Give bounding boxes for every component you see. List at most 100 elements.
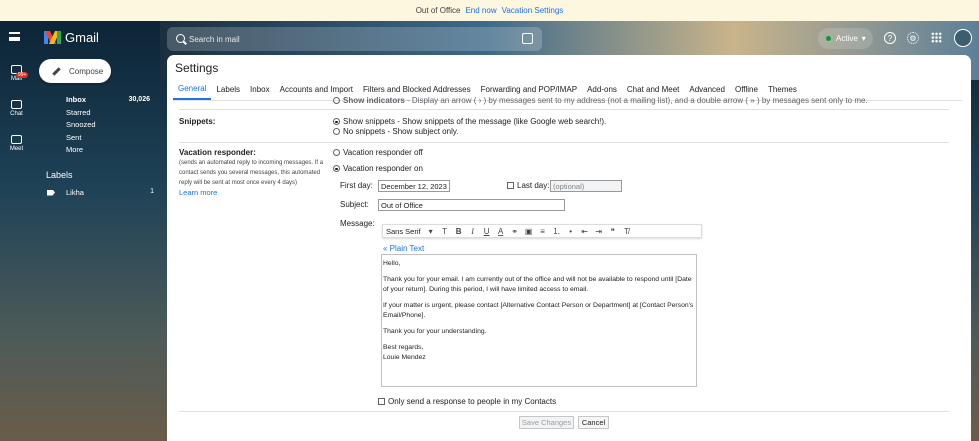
message-editor[interactable]: Hello, Thank you for your email. I am cu… xyxy=(381,254,697,387)
sidebar-item-label: More xyxy=(66,144,84,154)
vacation-label: Vacation responder: xyxy=(179,148,256,157)
vacation-off-radio[interactable] xyxy=(333,149,340,157)
sidebar-item-snoozed[interactable]: Snoozed xyxy=(33,118,157,130)
vacation-on-option[interactable]: Vacation responder on xyxy=(333,164,423,173)
show-snippets-option[interactable]: Show snippets - Show snippets of the mes… xyxy=(333,117,606,126)
sidebar-item-label: Snoozed xyxy=(66,119,96,129)
message-paragraph: Hello, xyxy=(383,260,401,267)
settings-gear-icon[interactable]: ⚙ xyxy=(907,32,919,44)
tab-labels[interactable]: Labels xyxy=(211,79,245,100)
apps-grid-icon[interactable] xyxy=(931,32,942,43)
rail-meet-label: Meet xyxy=(9,146,24,152)
gmail-logo[interactable]: Gmail xyxy=(44,30,99,45)
image-icon[interactable]: ▣ xyxy=(525,227,533,236)
vacation-desc: (sends an automated reply to incoming me… xyxy=(179,160,324,186)
message-signoff: Best regards, xyxy=(383,344,424,351)
chat-icon xyxy=(11,100,22,109)
message-paragraph: Thank you for your understanding. xyxy=(383,328,487,335)
status-button[interactable]: Active ▾ xyxy=(818,28,873,49)
last-day-input[interactable]: (optional) xyxy=(550,180,622,192)
formatting-toolbar: Sans Serif ▾ T B I U A ⚭ ▣ ≡ ⒈ • ⇤ ⇥ ❝ T… xyxy=(382,224,702,238)
gmail-logo-text: Gmail xyxy=(65,30,99,45)
tab-inbox[interactable]: Inbox xyxy=(245,79,275,100)
page-title: Settings xyxy=(175,61,219,75)
subject-label: Subject: xyxy=(340,200,369,209)
compose-button[interactable]: Compose xyxy=(39,59,111,83)
tab-general[interactable]: General xyxy=(173,79,212,100)
message-label: Message: xyxy=(340,219,375,228)
no-snippets-radio[interactable] xyxy=(333,128,340,136)
compose-label: Compose xyxy=(69,66,104,76)
font-dropdown-icon[interactable]: ▾ xyxy=(427,227,435,236)
text-color-icon[interactable]: A xyxy=(497,227,505,236)
indicators-desc: - Display an arrow ( › ) by messages sen… xyxy=(404,96,868,105)
sidebar-item-sent[interactable]: Sent xyxy=(33,131,157,143)
last-day-option[interactable]: Last day: xyxy=(507,181,549,190)
bulleted-list-icon[interactable]: • xyxy=(567,227,575,236)
search-icon[interactable] xyxy=(176,34,185,43)
vacation-on-radio[interactable] xyxy=(333,165,340,173)
labels-heading: Labels xyxy=(46,170,73,180)
contacts-only-checkbox[interactable] xyxy=(378,398,385,406)
underline-icon[interactable]: U xyxy=(483,227,491,236)
vacation-off-option[interactable]: Vacation responder off xyxy=(333,148,423,157)
first-day-label: First day: xyxy=(340,181,373,190)
indicators-option[interactable]: Show indicators - Display an arrow ( › )… xyxy=(333,96,868,105)
indent-more-icon[interactable]: ⇥ xyxy=(595,227,603,236)
last-day-label: Last day: xyxy=(517,181,550,190)
rail-mail[interactable]: 99+ Mail xyxy=(0,65,33,82)
indent-less-icon[interactable]: ⇤ xyxy=(581,227,589,236)
first-day-input[interactable]: December 12, 2023 xyxy=(378,180,450,192)
status-dot-icon xyxy=(825,35,832,42)
numbered-list-icon[interactable]: ⒈ xyxy=(553,226,561,237)
font-size-icon[interactable]: T xyxy=(441,227,449,236)
banner-text: Out of Office xyxy=(415,6,461,15)
learn-more-link[interactable]: Learn more xyxy=(179,188,334,197)
label-name: Likha xyxy=(66,188,84,197)
search-bar[interactable] xyxy=(167,27,542,51)
show-snippets-radio[interactable] xyxy=(333,118,340,126)
sidebar-item-more[interactable]: More xyxy=(33,143,157,155)
end-now-link[interactable]: End now xyxy=(465,6,496,15)
sidebar-item-label: Inbox xyxy=(66,94,86,104)
vacation-settings-link[interactable]: Vacation Settings xyxy=(502,6,564,15)
no-snippets-option[interactable]: No snippets - Show subject only. xyxy=(333,127,458,136)
plain-text-link[interactable]: « Plain Text xyxy=(383,244,424,253)
out-of-office-banner: Out of Office End now Vacation Settings xyxy=(0,0,979,21)
rail-chat[interactable]: Chat xyxy=(0,100,33,117)
subject-input[interactable]: Out of Office xyxy=(378,199,565,211)
sidebar-label-likha[interactable]: Likha xyxy=(47,188,84,197)
save-changes-button[interactable]: Save Changes xyxy=(519,416,574,429)
bold-icon[interactable]: B xyxy=(455,227,463,236)
link-icon[interactable]: ⚭ xyxy=(511,227,519,236)
sidebar-item-inbox[interactable]: Inbox 30,026 xyxy=(33,93,157,105)
search-options-icon[interactable] xyxy=(522,33,533,44)
main-menu-icon[interactable] xyxy=(9,32,20,41)
italic-icon[interactable]: I xyxy=(469,227,477,236)
sidebar-item-starred[interactable]: Starred xyxy=(33,106,157,118)
top-bar: Gmail Active ▾ ? ⚙ xyxy=(0,21,979,55)
vacation-off-label: Vacation responder off xyxy=(343,148,423,157)
remove-formatting-icon[interactable]: T̸ xyxy=(623,227,631,236)
divider xyxy=(179,142,949,143)
no-snippets-desc: - Show subject only. xyxy=(385,127,459,136)
last-day-checkbox[interactable] xyxy=(507,182,514,190)
label-count: 1 xyxy=(150,188,154,195)
pencil-icon xyxy=(50,66,61,77)
indicators-radio[interactable] xyxy=(333,97,340,105)
align-icon[interactable]: ≡ xyxy=(539,227,547,236)
show-snippets-title: Show snippets xyxy=(343,117,396,126)
vacation-label-block: Vacation responder: (sends an automated … xyxy=(179,148,334,197)
vacation-on-label: Vacation responder on xyxy=(343,164,423,173)
avatar[interactable] xyxy=(954,29,972,47)
rail-meet[interactable]: Meet xyxy=(0,135,33,152)
sidebar: Compose Inbox 30,026 Starred Snoozed Sen… xyxy=(33,55,160,441)
quote-icon[interactable]: ❝ xyxy=(609,227,617,236)
inbox-count: 30,026 xyxy=(128,95,150,103)
search-input[interactable] xyxy=(189,32,489,46)
cancel-button[interactable]: Cancel xyxy=(578,416,609,429)
contacts-only-label: Only send a response to people in my Con… xyxy=(388,397,557,406)
help-icon[interactable]: ? xyxy=(884,32,896,44)
font-select[interactable]: Sans Serif xyxy=(386,227,421,236)
contacts-only-option[interactable]: Only send a response to people in my Con… xyxy=(378,397,556,406)
